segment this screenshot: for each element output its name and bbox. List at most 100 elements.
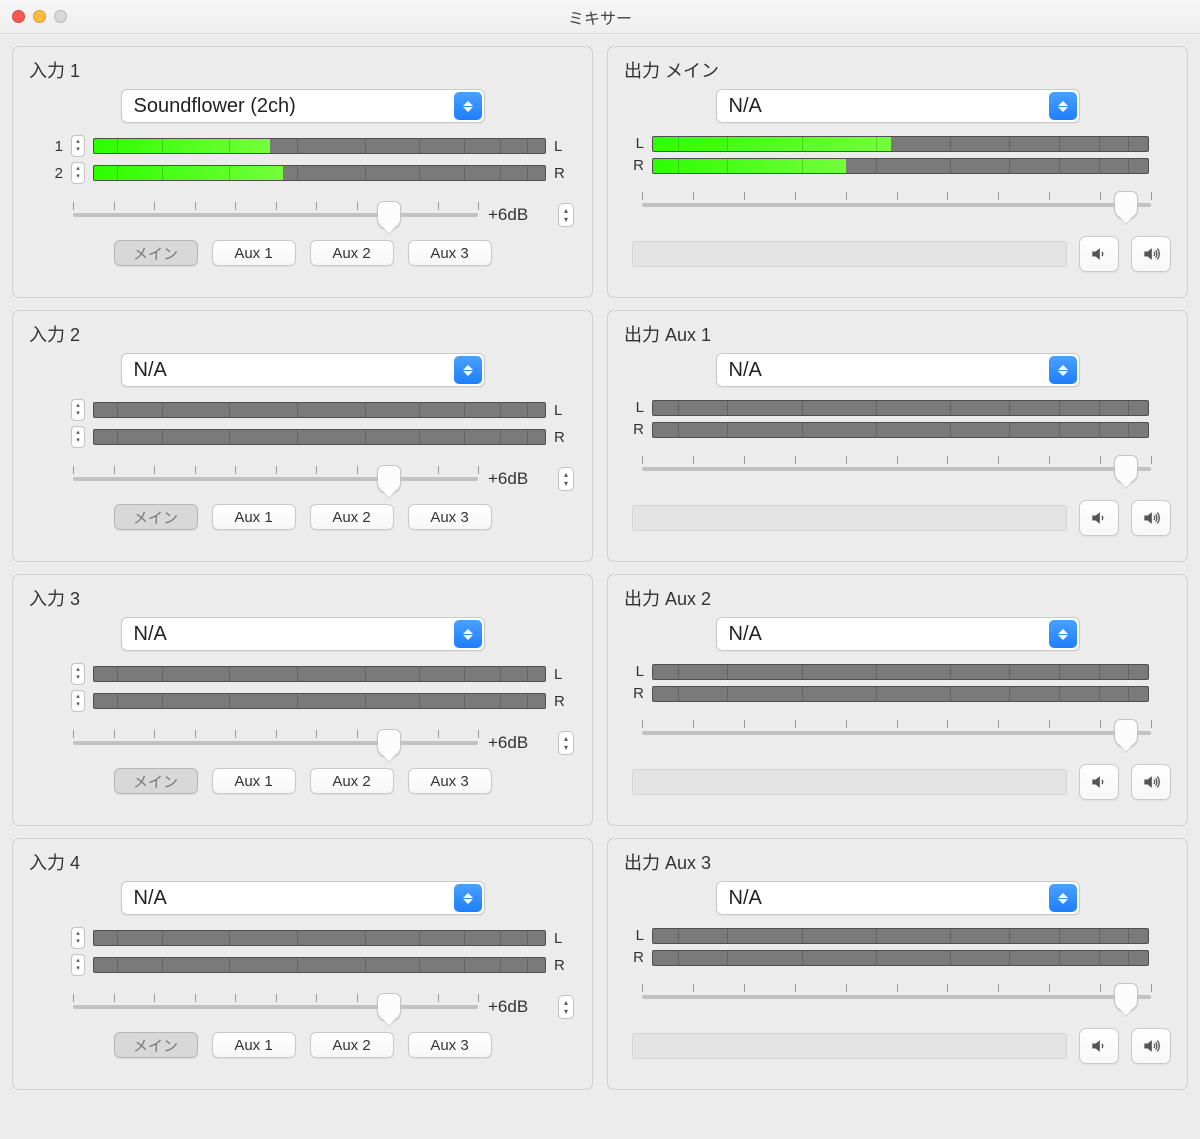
level-meter bbox=[93, 666, 546, 682]
level-meter bbox=[93, 402, 546, 418]
level-meter bbox=[652, 422, 1149, 438]
speaker-high-icon[interactable] bbox=[1131, 764, 1171, 800]
level-meter bbox=[652, 400, 1149, 416]
channel-number: 2 bbox=[49, 165, 63, 182]
panel-title: 入力 4 bbox=[29, 849, 576, 875]
slider-thumb[interactable] bbox=[1114, 719, 1138, 747]
route-button-0[interactable]: メイン bbox=[114, 768, 198, 794]
gain-stepper[interactable]: ▴▾ bbox=[558, 203, 574, 227]
gain-slider[interactable] bbox=[73, 466, 478, 492]
level-meter bbox=[93, 957, 546, 973]
output-1-device-select[interactable]: N/A bbox=[716, 89, 1080, 123]
speaker-high-icon[interactable] bbox=[1131, 236, 1171, 272]
output-3-device-select[interactable]: N/A bbox=[716, 617, 1080, 651]
gain-stepper[interactable]: ▴▾ bbox=[558, 467, 574, 491]
channel-stepper[interactable]: ▴▾ bbox=[71, 399, 85, 421]
gain-slider[interactable] bbox=[73, 202, 478, 228]
gain-slider[interactable] bbox=[642, 984, 1151, 1010]
route-button-3[interactable]: Aux 3 bbox=[408, 504, 492, 530]
channel-stepper[interactable]: ▴▾ bbox=[71, 663, 85, 685]
route-button-3[interactable]: Aux 3 bbox=[408, 768, 492, 794]
level-meter bbox=[652, 158, 1149, 174]
level-meter bbox=[93, 429, 546, 445]
speaker-high-icon[interactable] bbox=[1131, 1028, 1171, 1064]
gain-slider[interactable] bbox=[73, 994, 478, 1020]
channel-label: L bbox=[630, 135, 644, 152]
channel-label: R bbox=[630, 157, 644, 174]
channel-label: R bbox=[630, 685, 644, 702]
slider-thumb[interactable] bbox=[377, 993, 401, 1021]
input-3-device-select[interactable]: N/A bbox=[121, 617, 485, 651]
input-panel-3: 入力 3 N/A ▴▾ L ▴▾ R +6dB ▴▾ bbox=[12, 574, 593, 826]
output-2-device-select-value: N/A bbox=[729, 359, 762, 382]
speaker-low-icon[interactable] bbox=[1079, 236, 1119, 272]
output-4-device-select[interactable]: N/A bbox=[716, 881, 1080, 915]
gain-slider[interactable] bbox=[642, 720, 1151, 746]
route-button-2[interactable]: Aux 2 bbox=[310, 240, 394, 266]
gain-slider[interactable] bbox=[642, 456, 1151, 482]
minimize-window-button[interactable] bbox=[33, 10, 46, 23]
close-window-button[interactable] bbox=[12, 10, 25, 23]
channel-stepper[interactable]: ▴▾ bbox=[71, 135, 85, 157]
route-button-1[interactable]: Aux 1 bbox=[212, 240, 296, 266]
route-button-2[interactable]: Aux 2 bbox=[310, 504, 394, 530]
gain-value: +6dB bbox=[488, 733, 548, 753]
level-meter bbox=[93, 138, 546, 154]
slider-thumb[interactable] bbox=[377, 201, 401, 229]
gain-value: +6dB bbox=[488, 469, 548, 489]
route-button-0[interactable]: メイン bbox=[114, 240, 198, 266]
chevron-updown-icon bbox=[454, 356, 482, 384]
input-1-device-select-value: Soundflower (2ch) bbox=[134, 95, 296, 118]
gain-stepper[interactable]: ▴▾ bbox=[558, 731, 574, 755]
level-meter bbox=[93, 930, 546, 946]
output-2-device-select[interactable]: N/A bbox=[716, 353, 1080, 387]
panel-title: 入力 1 bbox=[29, 57, 576, 83]
channel-stepper[interactable]: ▴▾ bbox=[71, 927, 85, 949]
route-button-3[interactable]: Aux 3 bbox=[408, 1032, 492, 1058]
gain-slider[interactable] bbox=[73, 730, 478, 756]
speaker-low-icon[interactable] bbox=[1079, 1028, 1119, 1064]
channel-label: L bbox=[630, 927, 644, 944]
channel-stepper[interactable]: ▴▾ bbox=[71, 690, 85, 712]
gain-stepper[interactable]: ▴▾ bbox=[558, 995, 574, 1019]
panel-title: 出力 メイン bbox=[624, 57, 1171, 83]
window-title: ミキサー bbox=[0, 5, 1200, 29]
input-4-device-select[interactable]: N/A bbox=[121, 881, 485, 915]
slider-thumb[interactable] bbox=[377, 729, 401, 757]
slider-thumb[interactable] bbox=[1114, 191, 1138, 219]
route-button-2[interactable]: Aux 2 bbox=[310, 1032, 394, 1058]
channel-label: L bbox=[554, 402, 572, 419]
channel-label: L bbox=[630, 399, 644, 416]
output-panel-1: 出力 メイン N/A L R bbox=[607, 46, 1188, 298]
slider-thumb[interactable] bbox=[1114, 983, 1138, 1011]
route-button-1[interactable]: Aux 1 bbox=[212, 768, 296, 794]
speaker-low-icon[interactable] bbox=[1079, 764, 1119, 800]
panel-title: 入力 3 bbox=[29, 585, 576, 611]
channel-stepper[interactable]: ▴▾ bbox=[71, 426, 85, 448]
slider-thumb[interactable] bbox=[1114, 455, 1138, 483]
input-2-device-select[interactable]: N/A bbox=[121, 353, 485, 387]
route-button-2[interactable]: Aux 2 bbox=[310, 768, 394, 794]
gain-slider[interactable] bbox=[642, 192, 1151, 218]
speaker-low-icon[interactable] bbox=[1079, 500, 1119, 536]
fullscreen-window-button[interactable] bbox=[54, 10, 67, 23]
level-meter bbox=[652, 664, 1149, 680]
output-progress bbox=[632, 1033, 1067, 1059]
input-1-device-select[interactable]: Soundflower (2ch) bbox=[121, 89, 485, 123]
channel-label: R bbox=[554, 957, 572, 974]
route-button-0[interactable]: メイン bbox=[114, 504, 198, 530]
output-1-device-select-value: N/A bbox=[729, 95, 762, 118]
chevron-updown-icon bbox=[1049, 356, 1077, 384]
route-button-1[interactable]: Aux 1 bbox=[212, 504, 296, 530]
slider-thumb[interactable] bbox=[377, 465, 401, 493]
channel-label: R bbox=[554, 429, 572, 446]
channel-stepper[interactable]: ▴▾ bbox=[71, 954, 85, 976]
route-button-3[interactable]: Aux 3 bbox=[408, 240, 492, 266]
route-button-1[interactable]: Aux 1 bbox=[212, 1032, 296, 1058]
speaker-high-icon[interactable] bbox=[1131, 500, 1171, 536]
panel-title: 出力 Aux 3 bbox=[624, 849, 1171, 875]
route-button-0[interactable]: メイン bbox=[114, 1032, 198, 1058]
channel-stepper[interactable]: ▴▾ bbox=[71, 162, 85, 184]
input-panel-2: 入力 2 N/A ▴▾ L ▴▾ R +6dB ▴▾ bbox=[12, 310, 593, 562]
panel-title: 入力 2 bbox=[29, 321, 576, 347]
